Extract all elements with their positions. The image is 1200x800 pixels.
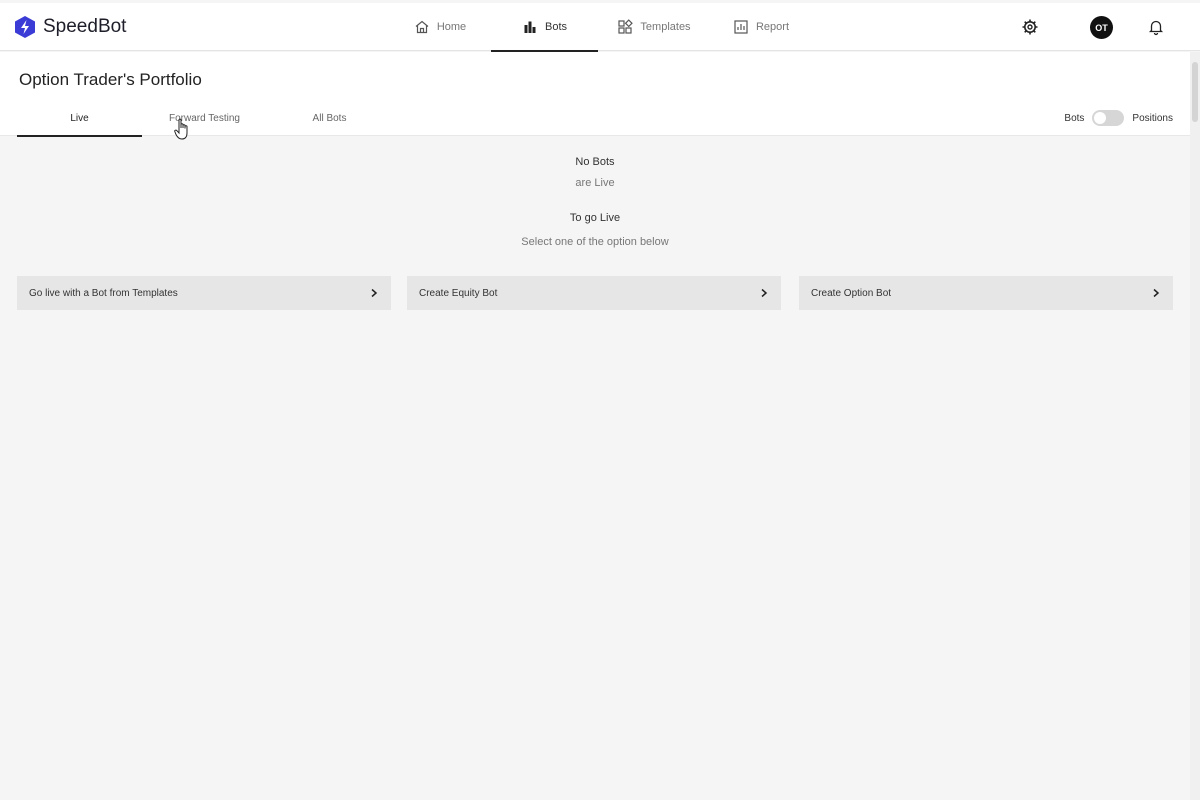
nav-templates[interactable]: Templates xyxy=(610,3,698,51)
top-navigation-bar: SpeedBot Home Bots Templates Report OT xyxy=(0,3,1200,52)
templates-grid-icon xyxy=(618,19,634,34)
tab-all-bots[interactable]: All Bots xyxy=(267,100,392,136)
bots-positions-toggle-group: Bots Positions xyxy=(1064,108,1173,128)
chevron-right-icon xyxy=(371,288,378,298)
nav-report[interactable]: Report xyxy=(726,3,796,51)
empty-state-subtitle: are Live xyxy=(575,177,615,189)
bots-positions-toggle[interactable] xyxy=(1092,110,1125,126)
page-scrollbar[interactable] xyxy=(1190,52,1200,800)
nav-home[interactable]: Home xyxy=(402,3,478,51)
bar-chart-icon xyxy=(524,21,536,33)
nav-report-label: Report xyxy=(755,21,790,33)
nav-bots-label: Bots xyxy=(544,21,567,33)
page-title: Option Trader's Portfolio xyxy=(19,70,202,89)
toggle-left-label: Bots xyxy=(1064,112,1085,124)
create-equity-bot-button[interactable]: Create Equity Bot xyxy=(407,276,781,310)
chevron-right-icon xyxy=(761,288,768,298)
tab-forward-testing[interactable]: Forward Testing xyxy=(142,100,267,136)
chevron-right-icon xyxy=(1153,288,1160,298)
nav-home-label: Home xyxy=(436,21,467,33)
notifications-button[interactable] xyxy=(1144,15,1168,39)
nav-bots[interactable]: Bots xyxy=(491,3,598,52)
hand-pointer-cursor-icon xyxy=(174,118,188,140)
bell-icon xyxy=(1148,20,1164,36)
report-icon xyxy=(734,20,748,34)
option-label: Create Equity Bot xyxy=(419,287,498,299)
option-label: Go live with a Bot from Templates xyxy=(29,287,178,299)
gear-icon xyxy=(1022,19,1038,35)
go-live-instruction: Select one of the option below xyxy=(521,236,669,248)
nav-templates-label: Templates xyxy=(640,21,691,33)
empty-state-title: No Bots xyxy=(575,156,615,168)
user-avatar[interactable]: OT xyxy=(1090,16,1113,39)
create-option-bot-button[interactable]: Create Option Bot xyxy=(799,276,1173,310)
tab-live[interactable]: Live xyxy=(17,100,142,137)
home-icon xyxy=(415,20,429,34)
toggle-right-label: Positions xyxy=(1132,112,1173,124)
option-label: Create Option Bot xyxy=(811,287,892,299)
go-live-heading: To go Live xyxy=(569,212,621,224)
go-live-from-templates-button[interactable]: Go live with a Bot from Templates xyxy=(17,276,391,310)
scrollbar-thumb[interactable] xyxy=(1192,62,1198,122)
go-live-options: Go live with a Bot from Templates Create… xyxy=(17,276,1173,310)
settings-button[interactable] xyxy=(1018,15,1042,39)
